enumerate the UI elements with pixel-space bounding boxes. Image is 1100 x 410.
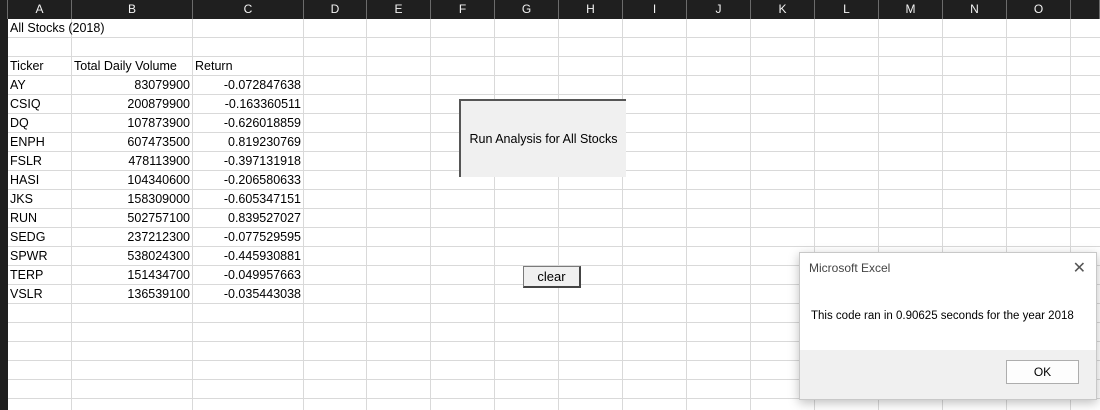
column-header[interactable]: J <box>687 0 751 19</box>
gridline <box>366 19 367 410</box>
volume-cell[interactable]: 237212300 <box>74 228 192 247</box>
column-header[interactable]: D <box>304 0 367 19</box>
volume-cell[interactable]: 83079900 <box>74 76 192 95</box>
row-header[interactable] <box>0 19 8 38</box>
run-analysis-label: Run Analysis for All Stocks <box>469 132 618 146</box>
ok-button[interactable]: OK <box>1006 360 1079 384</box>
column-header[interactable]: G <box>495 0 559 19</box>
row-header[interactable] <box>0 95 8 114</box>
volume-cell[interactable]: 107873900 <box>74 114 192 133</box>
ticker-cell[interactable]: JKS <box>10 190 71 209</box>
return-cell[interactable]: -0.077529595 <box>195 228 303 247</box>
row-header[interactable] <box>0 57 8 76</box>
volume-cell[interactable]: 158309000 <box>74 190 192 209</box>
header-cell[interactable]: Ticker <box>10 57 71 76</box>
sheet-title-cell[interactable]: All Stocks (2018) <box>10 19 104 38</box>
volume-cell[interactable]: 478113900 <box>74 152 192 171</box>
column-header[interactable]: I <box>623 0 687 19</box>
row-header[interactable] <box>0 209 8 228</box>
column-header[interactable]: B <box>72 0 193 19</box>
return-cell[interactable]: -0.206580633 <box>195 171 303 190</box>
row-header[interactable] <box>0 38 8 57</box>
row-header[interactable] <box>0 285 8 304</box>
column-header[interactable]: A <box>8 0 72 19</box>
dialog-title: Microsoft Excel <box>809 261 891 275</box>
ticker-cell[interactable]: TERP <box>10 266 71 285</box>
row-header[interactable] <box>0 342 8 361</box>
gridline <box>430 19 431 410</box>
ticker-cell[interactable]: HASI <box>10 171 71 190</box>
header-cell[interactable]: Total Daily Volume <box>74 57 192 76</box>
dialog-message: This code ran in 0.90625 seconds for the… <box>811 310 1074 322</box>
ticker-cell[interactable]: CSIQ <box>10 95 71 114</box>
row-header[interactable] <box>0 114 8 133</box>
row-header[interactable] <box>0 171 8 190</box>
clear-button[interactable]: clear <box>523 266 581 288</box>
clear-label: clear <box>537 269 566 284</box>
ticker-cell[interactable]: AY <box>10 76 71 95</box>
gridline <box>750 19 751 410</box>
gridline <box>303 19 304 410</box>
select-all-corner[interactable] <box>0 0 8 19</box>
row-header[interactable] <box>0 323 8 342</box>
gridline <box>71 19 72 410</box>
column-header[interactable]: C <box>193 0 304 19</box>
return-cell[interactable]: -0.605347151 <box>195 190 303 209</box>
dialog-footer: OK <box>800 350 1096 399</box>
return-cell[interactable]: -0.626018859 <box>195 114 303 133</box>
row-header[interactable] <box>0 190 8 209</box>
run-analysis-button[interactable]: Run Analysis for All Stocks <box>459 99 626 177</box>
return-cell[interactable]: -0.445930881 <box>195 247 303 266</box>
volume-cell[interactable]: 502757100 <box>74 209 192 228</box>
row-header[interactable] <box>0 361 8 380</box>
column-header[interactable]: E <box>367 0 431 19</box>
row-header[interactable] <box>0 76 8 95</box>
volume-cell[interactable]: 136539100 <box>74 285 192 304</box>
volume-cell[interactable]: 200879900 <box>74 95 192 114</box>
gridline <box>558 19 559 410</box>
ticker-cell[interactable]: ENPH <box>10 133 71 152</box>
volume-cell[interactable]: 104340600 <box>74 171 192 190</box>
row-header[interactable] <box>0 247 8 266</box>
close-icon[interactable]: ✕ <box>1073 258 1086 278</box>
volume-cell[interactable]: 151434700 <box>74 266 192 285</box>
row-header[interactable] <box>0 152 8 171</box>
column-header[interactable]: M <box>879 0 943 19</box>
ticker-cell[interactable]: DQ <box>10 114 71 133</box>
column-header[interactable]: K <box>751 0 815 19</box>
row-header[interactable] <box>0 266 8 285</box>
row-header[interactable] <box>0 304 8 323</box>
row-header[interactable] <box>0 399 8 410</box>
column-header[interactable] <box>1071 0 1100 19</box>
ticker-cell[interactable]: SPWR <box>10 247 71 266</box>
gridline <box>494 19 495 410</box>
row-header[interactable] <box>0 133 8 152</box>
return-cell[interactable]: 0.819230769 <box>195 133 303 152</box>
return-cell[interactable]: -0.163360511 <box>195 95 303 114</box>
column-header[interactable]: O <box>1007 0 1071 19</box>
header-cell[interactable]: Return <box>195 57 303 76</box>
return-cell[interactable]: -0.035443038 <box>195 285 303 304</box>
gridline <box>8 37 1100 38</box>
column-header[interactable]: N <box>943 0 1007 19</box>
column-header[interactable]: H <box>559 0 623 19</box>
column-header[interactable]: L <box>815 0 879 19</box>
volume-cell[interactable]: 607473500 <box>74 133 192 152</box>
gridline <box>192 19 193 410</box>
row-header[interactable] <box>0 228 8 247</box>
return-cell[interactable]: -0.397131918 <box>195 152 303 171</box>
ticker-cell[interactable]: RUN <box>10 209 71 228</box>
gridline <box>686 19 687 410</box>
column-header[interactable]: F <box>431 0 495 19</box>
gridline <box>622 19 623 410</box>
ticker-cell[interactable]: VSLR <box>10 285 71 304</box>
message-dialog: Microsoft Excel ✕ This code ran in 0.906… <box>799 252 1097 400</box>
ticker-cell[interactable]: FSLR <box>10 152 71 171</box>
return-cell[interactable]: 0.839527027 <box>195 209 303 228</box>
row-header[interactable] <box>0 380 8 399</box>
return-cell[interactable]: -0.049957663 <box>195 266 303 285</box>
ticker-cell[interactable]: SEDG <box>10 228 71 247</box>
volume-cell[interactable]: 538024300 <box>74 247 192 266</box>
return-cell[interactable]: -0.072847638 <box>195 76 303 95</box>
